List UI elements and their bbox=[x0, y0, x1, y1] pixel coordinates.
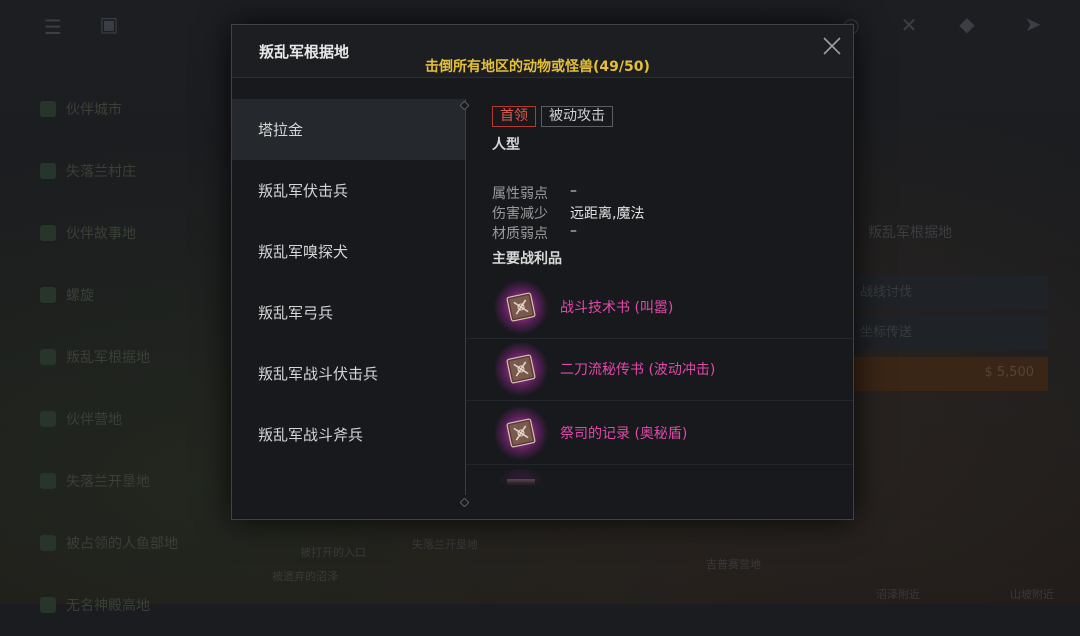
region-label: 无名神殿高地 bbox=[66, 598, 150, 614]
region-label: 伙伴城市 bbox=[66, 102, 122, 118]
background-region-item: 螺旋 bbox=[40, 264, 230, 326]
monster-info-dialog: 叛乱军根据地 击倒所有地区的动物或怪兽(49/50) 塔拉金 叛乱军伏击兵 叛乱军嗅… bbox=[231, 24, 854, 520]
region-label: 叛乱军根据地 bbox=[66, 350, 150, 366]
dialog-title: 叛乱军根据地 bbox=[259, 43, 350, 61]
monster-list-item[interactable]: 塔拉金 bbox=[232, 99, 465, 160]
monster-list-item[interactable]: 叛乱军战斗伏击兵 bbox=[232, 343, 465, 404]
quest-progress-text: 击倒所有地区的动物或怪兽(49/50) bbox=[425, 59, 650, 75]
region-icon bbox=[40, 225, 56, 241]
region-icon bbox=[40, 101, 56, 117]
region-icon bbox=[40, 597, 56, 613]
background-map-label: 山坡附近 bbox=[1010, 588, 1054, 601]
background-region-item: 伙伴城市 bbox=[40, 78, 230, 140]
region-icon bbox=[40, 473, 56, 489]
region-icon bbox=[40, 349, 56, 365]
diamond-icon: ◆ bbox=[959, 12, 975, 36]
background-region-item: 失落兰开垦地 bbox=[40, 450, 230, 512]
close-button[interactable] bbox=[819, 33, 845, 59]
attribute-value: – bbox=[570, 183, 577, 199]
background-region-item: 叛乱军根据地 bbox=[40, 326, 230, 388]
background-map-label: 失落兰开垦地 bbox=[412, 538, 478, 551]
background-region-item: 伙伴营地 bbox=[40, 388, 230, 450]
monster-list-item[interactable]: 叛乱军战斗斧兵 bbox=[232, 404, 465, 465]
background-orange-text: $ 5,500 bbox=[984, 365, 1034, 380]
background-map-label: 沼泽附近 bbox=[876, 588, 920, 601]
sword-icon: ✕ bbox=[900, 13, 918, 37]
loot-item[interactable]: 祭司的记录 (奥秘盾) bbox=[466, 402, 853, 465]
monster-list-item[interactable]: 叛乱军嗅探犬 bbox=[232, 221, 465, 282]
loot-section-title: 主要战利品 bbox=[492, 251, 562, 267]
loot-item-name: 英雄制作卷轴 bbox=[560, 485, 644, 491]
monster-list-item[interactable]: 叛乱军战斗枪兵 bbox=[232, 465, 465, 491]
background-right-row: 战线讨伐 bbox=[852, 276, 1048, 310]
book-icon bbox=[494, 406, 548, 460]
monster-type: 人型 bbox=[492, 137, 520, 153]
loot-item[interactable]: 战斗技术书 (叫嚣) bbox=[466, 276, 853, 339]
attribute-row: 材质弱点 – bbox=[492, 223, 577, 243]
region-label: 失落兰村庄 bbox=[66, 164, 136, 180]
passive-attack-tag: 被动攻击 bbox=[541, 106, 613, 127]
region-label: 失落兰开垦地 bbox=[66, 474, 150, 490]
region-icon bbox=[40, 535, 56, 551]
book-icon bbox=[494, 342, 548, 396]
region-label: 伙伴故事地 bbox=[66, 226, 136, 242]
dialog-header: 叛乱军根据地 击倒所有地区的动物或怪兽(49/50) bbox=[232, 25, 853, 78]
attribute-key: 属性弱点 bbox=[492, 186, 548, 202]
region-icon bbox=[40, 163, 56, 179]
background-map-label: 被遗弃的沼泽 bbox=[272, 570, 338, 583]
attribute-key: 材质弱点 bbox=[492, 226, 548, 242]
boss-tag: 首领 bbox=[492, 106, 536, 127]
background-map-label: 吉普赛营地 bbox=[706, 558, 761, 571]
loot-item-name: 战斗技术书 (叫嚣) bbox=[560, 300, 674, 316]
loot-item[interactable]: 英雄制作卷轴 bbox=[466, 464, 853, 491]
attribute-row: 属性弱点 – bbox=[492, 183, 577, 203]
monster-list-item[interactable]: 叛乱军伏击兵 bbox=[232, 160, 465, 221]
background-region-item: 被占领的人鱼部地 bbox=[40, 512, 230, 574]
region-icon bbox=[40, 287, 56, 303]
region-label: 被占领的人鱼部地 bbox=[66, 536, 178, 552]
scroll-icon bbox=[494, 468, 548, 491]
monster-list-item[interactable]: 叛乱军弓兵 bbox=[232, 282, 465, 343]
attribute-value: – bbox=[570, 223, 577, 239]
attribute-value: 远距离,魔法 bbox=[570, 206, 645, 222]
region-label: 伙伴营地 bbox=[66, 412, 122, 428]
background-right-row: 坐标传送 bbox=[852, 316, 1048, 350]
background-region-list: 伙伴城市失落兰村庄伙伴故事地螺旋叛乱军根据地 伙伴营地失落兰开垦地被占领的人鱼部地… bbox=[40, 78, 230, 636]
book-icon bbox=[494, 280, 548, 334]
monster-detail-panel: 首领 被动攻击 人型 属性弱点 – 伤害减少 远距离,魔法 材质弱点 – 主要战… bbox=[466, 99, 853, 491]
loot-item-name: 二刀流秘传书 (波动冲击) bbox=[560, 362, 716, 378]
menu-icon: ☰ bbox=[44, 15, 62, 39]
loot-item[interactable]: 二刀流秘传书 (波动冲击) bbox=[466, 338, 853, 401]
loot-item-name: 祭司的记录 (奥秘盾) bbox=[560, 426, 688, 442]
attribute-key: 伤害减少 bbox=[492, 206, 548, 222]
monster-list: 塔拉金叛乱军伏击兵叛乱军嗅探犬叛乱军弓兵叛乱军战斗伏击兵叛乱军战斗斧兵叛乱军战斗… bbox=[232, 99, 465, 491]
region-icon bbox=[40, 411, 56, 427]
card-icon: ▣ bbox=[99, 12, 119, 36]
divider-end-icon bbox=[459, 492, 470, 508]
background-region-item: 无名神殿高地 bbox=[40, 574, 230, 636]
background-right-title: 叛乱军根据地 bbox=[868, 225, 952, 241]
attribute-row: 伤害减少 远距离,魔法 bbox=[492, 203, 644, 223]
send-icon: ➤ bbox=[1024, 12, 1042, 36]
region-label: 螺旋 bbox=[66, 288, 94, 304]
close-icon bbox=[823, 37, 841, 55]
background-region-item: 伙伴故事地 bbox=[40, 202, 230, 264]
background-map-label: 被打开的入口 bbox=[300, 546, 366, 559]
monster-tags: 首领 被动攻击 bbox=[492, 106, 613, 127]
background-region-item: 失落兰村庄 bbox=[40, 140, 230, 202]
background-orange-button: $ 5,500 bbox=[852, 357, 1048, 391]
